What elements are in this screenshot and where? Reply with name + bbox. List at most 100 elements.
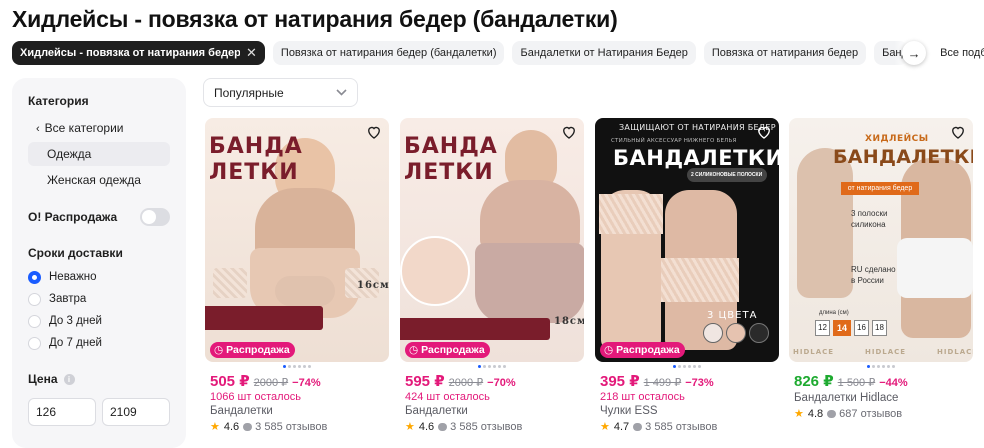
image-pager (205, 365, 389, 369)
sort-select[interactable]: Популярные (203, 78, 358, 107)
delivery-option[interactable]: До 3 дней (28, 310, 170, 332)
heart-icon[interactable] (755, 123, 773, 141)
image-size-note: 16см (357, 280, 389, 291)
sale-badge: ◷ Распродажа (600, 342, 685, 358)
product-name[interactable]: Чулки ESS (595, 405, 779, 417)
chevron-left-icon: ‹ (36, 123, 40, 135)
heart-icon[interactable] (949, 123, 967, 141)
image-pager (789, 365, 973, 369)
chevron-right-icon[interactable]: → (902, 41, 927, 65)
rating-value: 4.6 (418, 420, 435, 433)
discount: −70% (487, 377, 516, 389)
radio[interactable] (28, 336, 41, 350)
category-all[interactable]: ‹ Все категории (28, 116, 170, 140)
rating-value: 4.6 (223, 420, 240, 433)
image-size-label: длина (см) (819, 310, 849, 316)
product-card[interactable]: ЗАЩИЩАЮТ ОТ НАТИРАНИЯ БЕДЕР СТИЛЬНЫЙ АКС… (595, 118, 779, 433)
price-row: 395 ₽ 1 499 ₽ −73% (595, 372, 779, 390)
product-image[interactable]: БАНДА ЛЕТКИ 18см ◷ Распродажа (400, 118, 584, 362)
heart-icon[interactable] (560, 123, 578, 141)
product-name[interactable]: Бандалетки (205, 405, 389, 417)
price-current: 505 ₽ (210, 373, 250, 390)
sale-badge: ◷ Распродажа (210, 342, 295, 358)
speech-bubble-icon (243, 422, 253, 431)
close-icon[interactable]: ✕ (246, 41, 257, 65)
delivery-option[interactable]: Завтра (28, 288, 170, 310)
price-header: Цена i (28, 372, 170, 386)
price-row: 826 ₽ 1 500 ₽ −44% (789, 372, 973, 390)
product-card[interactable]: БАНДА ЛЕТКИ 18см ◷ Распродажа 595 ₽ 2000 … (400, 118, 584, 433)
delivery-option[interactable]: До 7 дней (28, 332, 170, 354)
product-image[interactable]: ЗАЩИЩАЮТ ОТ НАТИРАНИЯ БЕДЕР СТИЛЬНЫЙ АКС… (595, 118, 779, 362)
image-headline: БАНДАЛЕТКИ (613, 146, 779, 170)
category-heading: Категория (28, 94, 89, 108)
price-range: 126 2109 (28, 398, 170, 426)
all-collections-link[interactable]: Все подборки (934, 47, 984, 59)
chip-item[interactable]: Бандалетки от Натирания Бедер (512, 41, 696, 65)
price-current: 826 ₽ (794, 373, 834, 390)
reviews-count: 3 585 отзывов (645, 420, 718, 433)
product-card[interactable]: ХИДЛЕЙСЫ БАНДАЛЕТКИ от натирания бедер 3… (789, 118, 973, 420)
image-pager (595, 365, 779, 369)
stock-left: 218 шт осталось (600, 391, 685, 403)
price-old: 2000 ₽ (253, 377, 289, 389)
image-pager (400, 365, 584, 369)
rating-value: 4.7 (613, 420, 630, 433)
discount: −44% (879, 377, 908, 389)
sale-badge-label: Распродажа (616, 344, 680, 356)
image-size-value: 12 (815, 320, 830, 336)
chip-active-label: Хидлейсы - повязка от натирания бедер (б… (20, 47, 240, 59)
radio-checked[interactable] (28, 270, 41, 284)
chip-active[interactable]: Хидлейсы - повязка от натирания бедер (б… (12, 41, 265, 65)
price-row: 505 ₽ 2000 ₽ −74% (205, 372, 389, 390)
info-icon[interactable]: i (63, 373, 75, 385)
delivery-option[interactable]: Неважно (28, 266, 170, 288)
price-old: 1 500 ₽ (837, 377, 876, 389)
product-image[interactable]: ХИДЛЕЙСЫ БАНДАЛЕТКИ от натирания бедер 3… (789, 118, 973, 362)
price-old: 2000 ₽ (448, 377, 484, 389)
chip-item[interactable]: Повязка от натирания бедер (703, 41, 867, 65)
sale-filter: О! Распродажа (28, 208, 170, 226)
sort-value: Популярные (214, 85, 284, 100)
stock-left: 424 шт осталось (405, 391, 490, 403)
price-to-input[interactable]: 2109 (102, 398, 170, 426)
image-size-value: 16 (854, 320, 869, 336)
category-label: Все категории (44, 121, 124, 135)
product-name[interactable]: Бандалетки (400, 405, 584, 417)
speech-bubble-icon (827, 409, 837, 418)
category-women[interactable]: Женская одежда (28, 168, 170, 192)
image-headline: БАНДА ЛЕТКИ (404, 134, 498, 185)
product-card[interactable]: БАНДА ЛЕТКИ 16см ◷ Распродажа 505 ₽ 2000 … (205, 118, 389, 433)
star-icon: ★ (210, 421, 220, 433)
clock-icon: ◷ (409, 344, 419, 356)
sale-toggle[interactable] (140, 208, 170, 226)
image-top-text: ЗАЩИЩАЮТ ОТ НАТИРАНИЯ БЕДЕР (619, 123, 776, 132)
radio[interactable] (28, 314, 41, 328)
radio[interactable] (28, 292, 41, 306)
delivery-label: Неважно (49, 271, 97, 283)
star-icon: ★ (600, 421, 610, 433)
delivery-label: До 3 дней (49, 315, 102, 327)
image-color-note: 3 ЦВЕТА (707, 310, 758, 321)
product-name[interactable]: Бандалетки Hidlace (789, 392, 973, 404)
chip-item[interactable]: Повязка от натирания бедер (бандалетки) (272, 41, 505, 65)
product-image[interactable]: БАНДА ЛЕТКИ 16см ◷ Распродажа (205, 118, 389, 362)
size-table-graphic (205, 306, 323, 330)
image-feature-2: RU сделано в России (851, 265, 896, 285)
reviews-count: 3 585 отзывов (255, 420, 328, 433)
heart-icon[interactable] (365, 123, 383, 141)
sale-toggle-label: О! Распродажа (28, 210, 118, 224)
price-row: 595 ₽ 2000 ₽ −70% (400, 372, 584, 390)
image-size-note: 18см (554, 316, 584, 327)
rating-row: ★ 4.8 687 отзывов (789, 407, 973, 421)
star-icon: ★ (794, 408, 804, 420)
price-heading: Цена (28, 372, 58, 386)
delivery-label: Завтра (49, 293, 87, 305)
clock-icon: ◷ (604, 344, 614, 356)
category-clothes[interactable]: Одежда (28, 142, 170, 166)
image-size-value: 18 (872, 320, 887, 336)
chip-bar: Хидлейсы - повязка от натирания бедер (б… (12, 41, 984, 65)
price-from-input[interactable]: 126 (28, 398, 96, 426)
chevron-down-icon (336, 89, 347, 96)
speech-bubble-icon (438, 422, 448, 431)
